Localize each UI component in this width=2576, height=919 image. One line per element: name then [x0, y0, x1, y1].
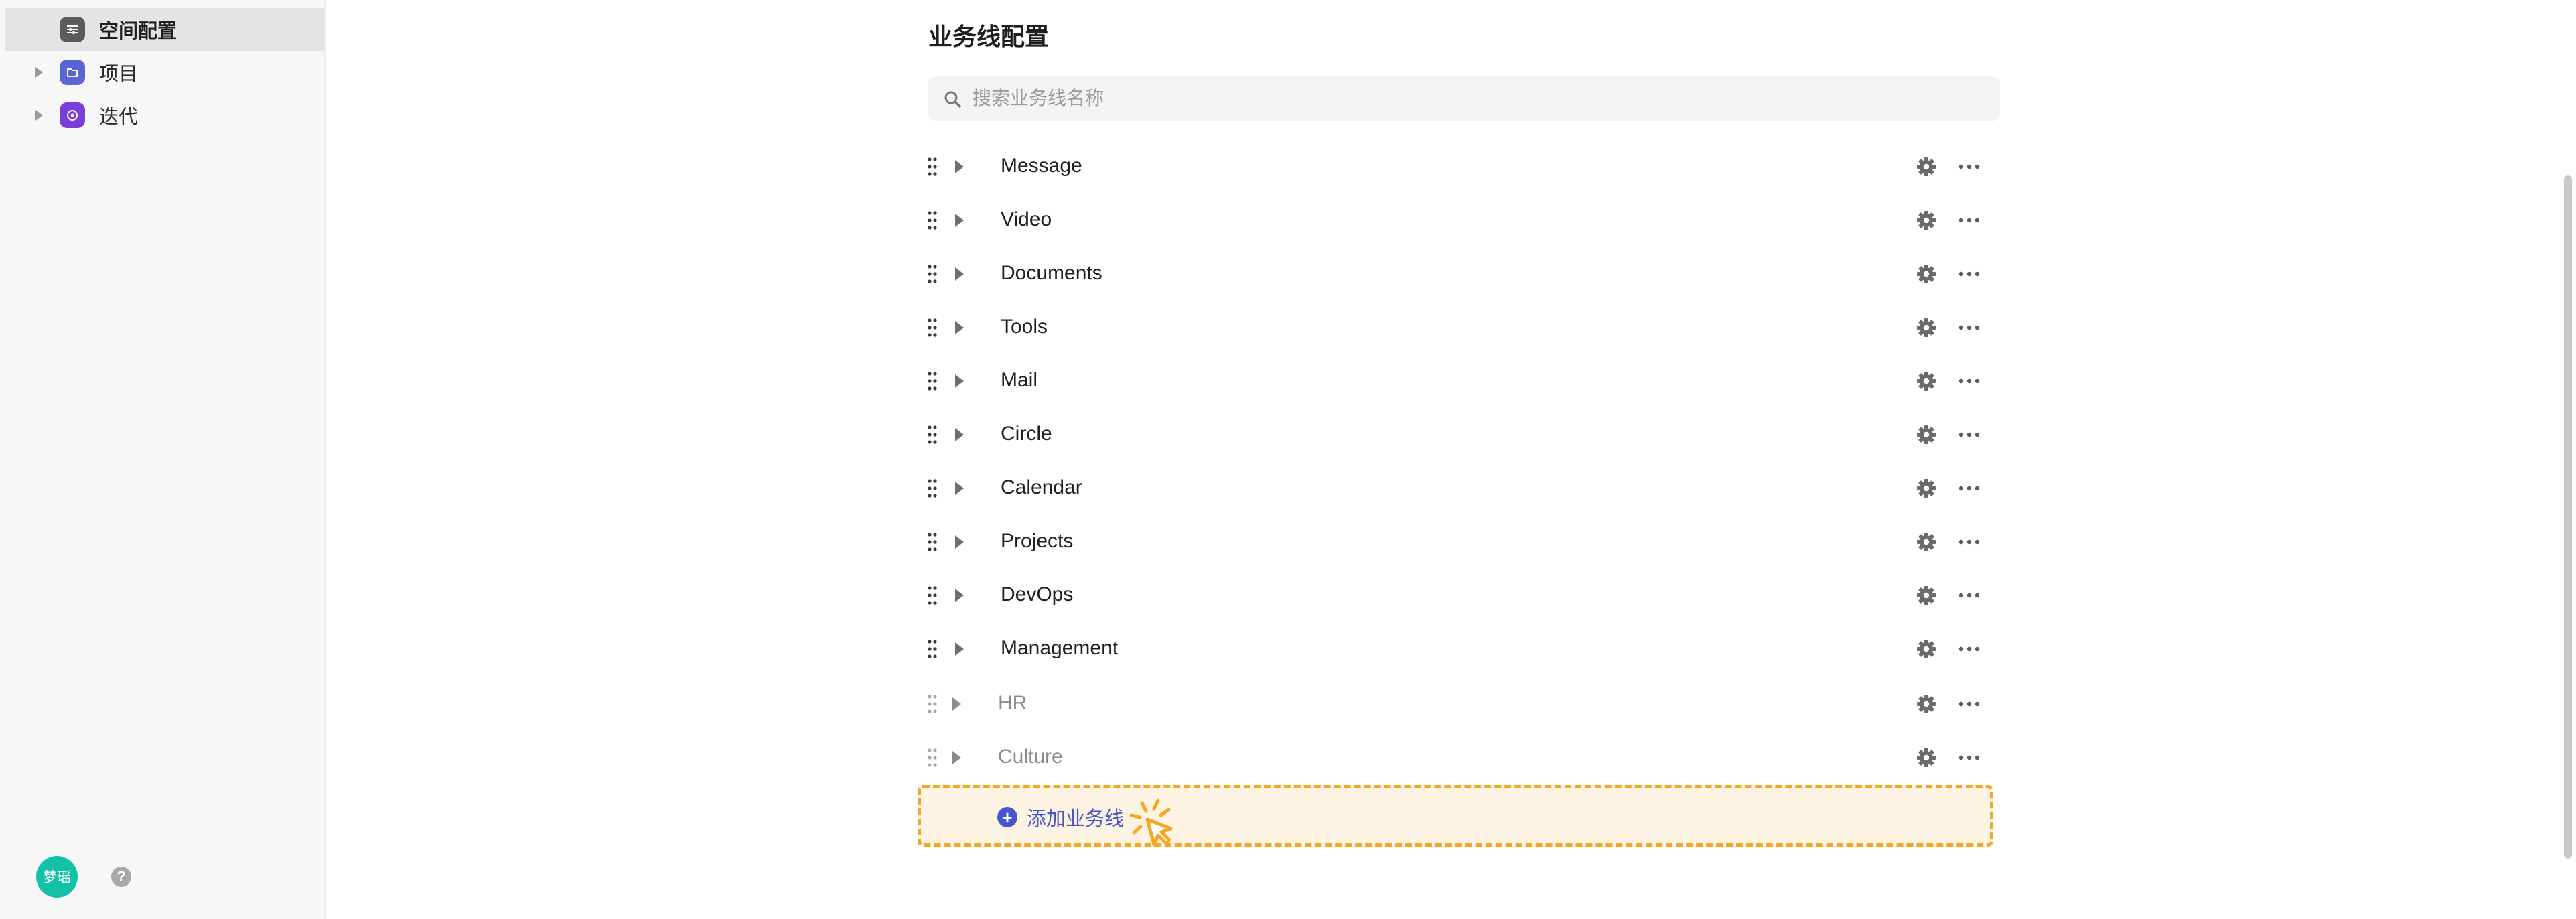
- drag-handle-icon[interactable]: [927, 317, 938, 338]
- more-icon[interactable]: [1957, 696, 1981, 712]
- sidebar-item-label: 项目: [99, 64, 139, 85]
- business-line-name: Tools: [1001, 315, 1048, 338]
- drag-handle-icon[interactable]: [927, 370, 938, 392]
- sidebar-item-space-config[interactable]: 空间配置: [5, 8, 324, 51]
- business-line-name: Culture: [998, 746, 1063, 768]
- business-line-row[interactable]: HR: [924, 680, 2003, 728]
- more-icon[interactable]: [1957, 750, 1981, 766]
- business-line-name: Projects: [1001, 530, 1074, 552]
- more-icon[interactable]: [1957, 320, 1981, 336]
- search-icon: [944, 91, 961, 108]
- drag-handle-icon[interactable]: [927, 585, 938, 606]
- page-title: 业务线配置: [928, 23, 1050, 50]
- business-line-row[interactable]: Documents: [924, 250, 2003, 298]
- business-line-row[interactable]: Mail: [924, 357, 2003, 405]
- business-line-name: Calendar: [1001, 476, 1082, 498]
- gear-icon[interactable]: [1916, 638, 1937, 660]
- expand-arrow-icon[interactable]: [955, 321, 964, 334]
- expand-arrow-icon[interactable]: [955, 267, 964, 281]
- business-line-row[interactable]: DevOps: [924, 571, 2003, 620]
- business-line-name: Documents: [1001, 262, 1102, 284]
- folder-icon: [60, 60, 85, 85]
- business-line-name: Message: [1001, 155, 1082, 177]
- iteration-icon: [60, 102, 85, 128]
- expand-arrow-icon[interactable]: [32, 109, 46, 122]
- drag-handle-icon[interactable]: [927, 638, 938, 660]
- sidebar: 空间配置 项目 迭代 梦瑶 ?: [0, 0, 326, 919]
- drag-handle-icon[interactable]: [927, 263, 938, 285]
- expand-arrow-icon[interactable]: [952, 697, 961, 711]
- business-line-name: Mail: [1001, 369, 1038, 391]
- expand-arrow-icon[interactable]: [955, 160, 964, 173]
- help-icon[interactable]: ?: [111, 867, 131, 887]
- business-line-row[interactable]: Projects: [924, 518, 2003, 566]
- plus-circle-icon: +: [997, 807, 1017, 827]
- gear-icon[interactable]: [1916, 747, 1937, 768]
- drag-handle-icon[interactable]: [927, 747, 938, 768]
- sidebar-item-project[interactable]: 项目: [5, 51, 324, 94]
- more-icon[interactable]: [1957, 212, 1981, 228]
- business-line-name: DevOps: [1001, 583, 1074, 606]
- more-icon[interactable]: [1957, 534, 1981, 550]
- business-line-row[interactable]: Calendar: [924, 464, 2003, 512]
- more-icon[interactable]: [1957, 159, 1981, 175]
- drag-handle-icon[interactable]: [927, 478, 938, 499]
- business-line-name: Management: [1001, 637, 1119, 659]
- more-icon[interactable]: [1957, 587, 1981, 604]
- search-box: [928, 76, 2000, 121]
- business-line-name: Video: [1001, 208, 1052, 230]
- click-cursor-icon: [1129, 798, 1173, 847]
- business-line-row[interactable]: Management: [924, 625, 2003, 673]
- business-line-row[interactable]: Culture: [924, 733, 2003, 782]
- gear-icon[interactable]: [1916, 156, 1937, 178]
- expand-arrow-icon[interactable]: [955, 374, 964, 388]
- gear-icon[interactable]: [1916, 263, 1937, 285]
- gear-icon[interactable]: [1916, 424, 1937, 445]
- gear-icon[interactable]: [1916, 317, 1937, 338]
- expand-arrow-icon[interactable]: [955, 214, 964, 227]
- expand-arrow-icon[interactable]: [955, 535, 964, 549]
- more-icon[interactable]: [1957, 427, 1981, 443]
- business-line-name: Circle: [1001, 423, 1052, 445]
- drag-handle-icon[interactable]: [927, 693, 938, 715]
- more-icon[interactable]: [1957, 641, 1981, 657]
- drag-handle-icon[interactable]: [927, 210, 938, 231]
- expand-arrow-icon[interactable]: [32, 66, 46, 79]
- gear-icon[interactable]: [1916, 370, 1937, 392]
- expand-arrow-icon[interactable]: [955, 428, 964, 441]
- expand-arrow-icon[interactable]: [952, 751, 961, 764]
- gear-icon[interactable]: [1916, 210, 1937, 231]
- search-input[interactable]: [971, 82, 1976, 115]
- drag-handle-icon[interactable]: [927, 424, 938, 445]
- sidebar-item-label: 空间配置: [99, 21, 177, 42]
- drag-handle-icon[interactable]: [927, 531, 938, 553]
- more-icon[interactable]: [1957, 266, 1981, 282]
- expand-arrow-icon[interactable]: [955, 642, 964, 656]
- scrollbar[interactable]: [2564, 175, 2572, 859]
- avatar[interactable]: 梦瑶: [36, 856, 78, 898]
- more-icon[interactable]: [1957, 373, 1981, 389]
- add-button-label: 添加业务线: [1027, 808, 1125, 830]
- gear-icon[interactable]: [1916, 585, 1937, 606]
- expand-arrow-icon[interactable]: [955, 589, 964, 602]
- business-line-name: HR: [998, 692, 1027, 714]
- business-line-row[interactable]: Tools: [924, 303, 2003, 352]
- add-business-line-button[interactable]: + 添加业务线: [997, 803, 1124, 831]
- gear-icon[interactable]: [1916, 478, 1937, 499]
- business-line-row[interactable]: Circle: [924, 411, 2003, 459]
- add-business-line-zone[interactable]: + 添加业务线: [918, 785, 1993, 847]
- drag-handle-icon[interactable]: [927, 156, 938, 178]
- gear-icon[interactable]: [1916, 693, 1937, 715]
- sidebar-item-iteration[interactable]: 迭代: [5, 94, 324, 137]
- expand-arrow-icon[interactable]: [955, 482, 964, 495]
- sidebar-item-label: 迭代: [99, 107, 139, 128]
- more-icon[interactable]: [1957, 480, 1981, 496]
- gear-icon[interactable]: [1916, 531, 1937, 553]
- business-line-row[interactable]: Video: [924, 196, 2003, 244]
- sliders-icon: [60, 17, 85, 42]
- business-line-row[interactable]: Message: [924, 143, 2003, 191]
